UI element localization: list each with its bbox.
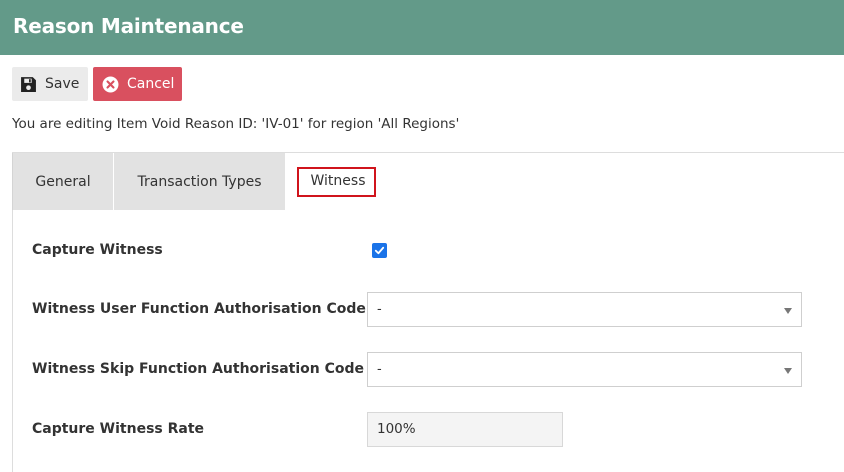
capture-witness-checkbox[interactable] [372, 243, 387, 258]
tab-witness[interactable]: Witness [285, 153, 383, 210]
tab-transaction-types[interactable]: Transaction Types [113, 153, 285, 210]
save-button-label: Save [45, 76, 80, 92]
witness-user-function-code-label: Witness User Function Authorisation Code [32, 301, 366, 317]
circle-x-icon [102, 76, 119, 93]
page-title: Reason Maintenance [13, 14, 244, 38]
caret-down-icon [784, 308, 792, 314]
tab-witness-label: Witness [310, 172, 366, 189]
tab-transaction-types-label: Transaction Types [137, 173, 262, 190]
caret-down-icon [784, 368, 792, 374]
checkmark-icon [374, 246, 385, 255]
floppy-disk-icon [20, 76, 37, 93]
cancel-button[interactable]: Cancel [93, 67, 182, 101]
panel-left-border [12, 210, 13, 472]
witness-user-function-code-select[interactable]: - [367, 292, 802, 327]
tab-bar: General Transaction Types Witness [12, 153, 383, 210]
witness-skip-function-code-label: Witness Skip Function Authorisation Code [32, 361, 364, 377]
capture-witness-label: Capture Witness [32, 242, 163, 258]
tab-general[interactable]: General [12, 153, 113, 210]
app-header: Reason Maintenance [0, 0, 844, 55]
editing-info-text: You are editing Item Void Reason ID: 'IV… [12, 116, 460, 132]
witness-skip-function-code-select[interactable]: - [367, 352, 802, 387]
cancel-button-label: Cancel [127, 76, 175, 92]
capture-witness-rate-label: Capture Witness Rate [32, 421, 205, 437]
tab-general-label: General [35, 173, 91, 190]
witness-user-function-code-value: - [377, 302, 382, 317]
capture-witness-rate-input[interactable]: 100% [367, 412, 563, 447]
witness-skip-function-code-value: - [377, 362, 382, 377]
save-button[interactable]: Save [12, 67, 88, 101]
